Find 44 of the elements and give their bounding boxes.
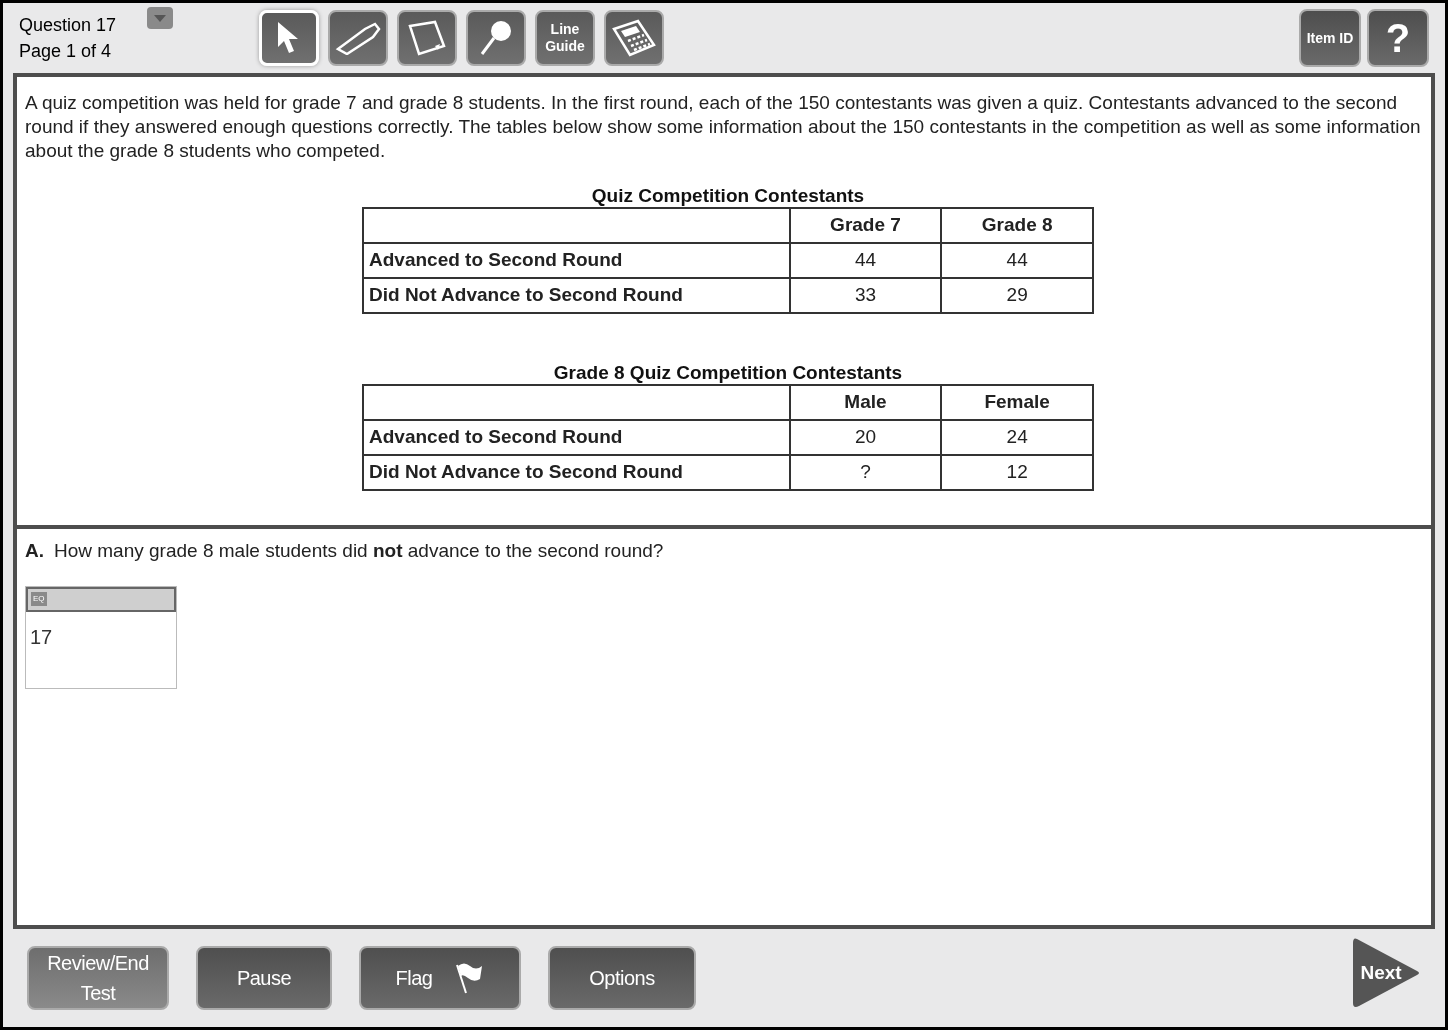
table-cell: 44 [854,249,877,271]
question-number: Question 17 [19,14,118,37]
table-title: Quiz Competition Contestants [591,185,865,207]
table-cell: 29 [1006,284,1028,306]
column-header: Male [844,391,887,413]
table-title: Grade 8 Quiz Competition Contestants [553,362,903,384]
table-cell: ? [860,461,871,483]
row-header: Advanced to Second Round [369,426,623,448]
question-text: How many grade 8 male students did not advance to the second round? [54,539,664,563]
table-cell: 44 [1006,249,1028,271]
page-indicator: Page 1 of 4 [19,40,113,63]
table-cell: 12 [1006,461,1028,483]
tool-button[interactable] [604,10,664,66]
answer-value: 17 [29,624,54,650]
column-header: Grade 8 [981,214,1053,236]
calculator-icon [612,19,656,57]
line-guide-button[interactable]: Line Guide [535,10,595,66]
flag-icon [454,961,485,995]
table-cell: 20 [854,426,877,448]
equation-button[interactable]: EQ [31,592,47,606]
magnifier-icon [479,19,513,57]
highlighter-icon [335,21,381,55]
column-header: Grade 7 [830,214,901,236]
tool-button[interactable] [466,10,526,66]
footer-button[interactable]: Review/End Test [27,946,169,1010]
footer-button[interactable]: Options [548,946,696,1010]
question-label: A. [25,539,44,563]
row-header: Advanced to Second Round [369,249,623,271]
row-header: Did Not Advance to Second Round [369,461,683,483]
tool-button[interactable] [397,10,457,66]
column-header: Female [984,391,1050,413]
help-button[interactable]: ? [1367,9,1429,67]
item-id-button[interactable]: Item ID [1299,9,1361,67]
passage-text: A quiz competition was held for grade 7 and grade 8 students. In the first round, each of the 150 contestants was given a quiz. Contestants advanced to the second round if they answered enough questions correctly. The tables below show some information about the 150 contestants in the competition as well as some information about the grade 8 students who competed. [25,91,1422,163]
table-cell: 24 [1006,426,1028,448]
tool-button[interactable] [328,10,388,66]
footer-button[interactable]: Pause [196,946,332,1010]
notepad-icon [407,20,447,56]
caret-icon [153,13,167,23]
dropdown-button[interactable] [147,7,173,29]
answer-box[interactable]: EQ 17 [25,585,177,689]
flag-button[interactable]: Flag [359,946,521,1010]
table-cell: 33 [854,284,877,306]
row-header: Did Not Advance to Second Round [369,284,683,306]
